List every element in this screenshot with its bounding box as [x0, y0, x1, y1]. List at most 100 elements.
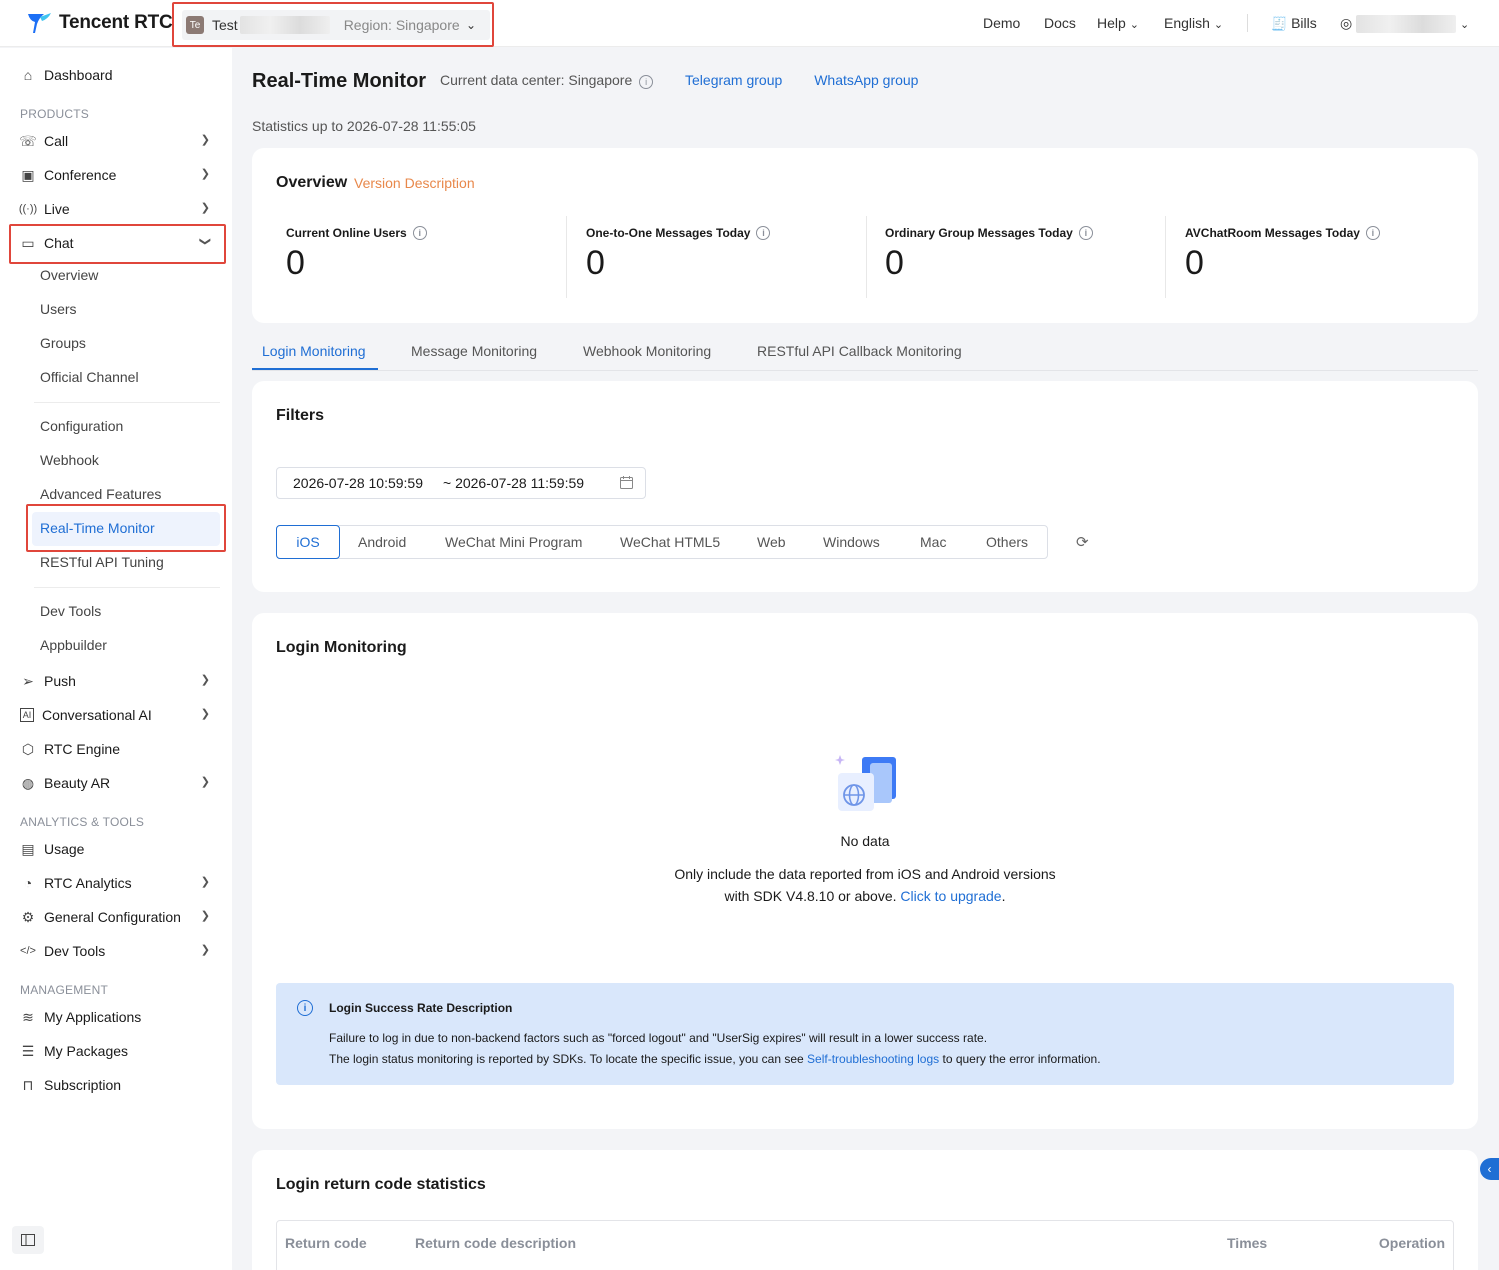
column-operation: Operation [1378, 1235, 1445, 1251]
sidebar-item-usage[interactable]: ▤ Usage [20, 837, 220, 861]
upgrade-link[interactable]: Click to upgrade [900, 888, 1001, 904]
sidebar-subitem-dev-tools[interactable]: Dev Tools [40, 603, 101, 619]
sidebar-item-chat[interactable]: ▭ Chat ❯ [20, 231, 220, 255]
nav-docs[interactable]: Docs [1044, 15, 1076, 31]
sidebar-subitem-groups[interactable]: Groups [40, 335, 86, 351]
sidebar-item-dashboard[interactable]: ⌂ Dashboard [20, 63, 220, 87]
tab-message-monitoring[interactable]: Message Monitoring [411, 343, 537, 359]
sidebar-item-conversational-ai[interactable]: AI Conversational AI ❯ [20, 703, 220, 727]
sidebar-item-rtc-engine[interactable]: ⬡ RTC Engine [20, 737, 220, 761]
sidebar-item-my-applications[interactable]: ≋ My Applications [20, 1005, 220, 1029]
platform-wechat-mini-program[interactable]: WeChat Mini Program [445, 534, 582, 550]
sidebar-item-dev-tools[interactable]: </> Dev Tools ❯ [20, 939, 220, 963]
metric-label: Current Online Users [286, 226, 407, 240]
self-troubleshooting-logs-link[interactable]: Self-troubleshooting logs [807, 1052, 939, 1066]
sidebar-item-push[interactable]: ➢ Push ❯ [20, 669, 220, 693]
whatsapp-group-link[interactable]: WhatsApp group [814, 72, 918, 88]
overview-title: Overview [276, 174, 348, 191]
nav-demo[interactable]: Demo [983, 15, 1020, 31]
sidebar-subitem-real-time-monitor[interactable]: Real-Time Monitor [40, 520, 155, 536]
platform-windows[interactable]: Windows [823, 534, 880, 550]
sidebar-item-rtc-analytics[interactable]: ◔ RTC Analytics ❯ [20, 871, 220, 895]
sidebar-subitem-official-channel[interactable]: Official Channel [40, 369, 139, 385]
platform-wechat-html5[interactable]: WeChat HTML5 [620, 534, 720, 550]
tab-webhook-monitoring[interactable]: Webhook Monitoring [583, 343, 711, 359]
app-selector[interactable]: Te Test Region: Singapore ⌄ [182, 10, 490, 40]
filters-card: Filters 2026-07-28 10:59:59 ~ 2026-07-28… [252, 381, 1478, 592]
metric-divider [866, 216, 867, 298]
telegram-group-link[interactable]: Telegram group [685, 72, 782, 88]
sidebar-item-label: Dev Tools [44, 943, 106, 959]
section-products: PRODUCTS [20, 107, 89, 121]
brand-logo[interactable]: Tencent RTC [26, 11, 173, 35]
sidebar-item-my-packages[interactable]: ☰ My Packages [20, 1039, 220, 1063]
metric-online-users: Current Online Users i 0 [286, 226, 427, 300]
sidebar-item-label: Usage [44, 841, 85, 857]
section-analytics: ANALYTICS & TOOLS [20, 815, 145, 829]
description-period: . [1001, 888, 1006, 904]
conference-icon: ▣ [21, 166, 35, 183]
chevron-down-icon: ⌄ [1213, 19, 1224, 31]
sidebar-subitem-restful-api-tuning[interactable]: RESTful API Tuning [40, 554, 164, 570]
notice-line-1: Failure to log in due to non-backend fac… [329, 1031, 988, 1045]
page-title: Real-Time Monitor [252, 70, 427, 92]
platform-mac[interactable]: Mac [920, 534, 946, 550]
brand-name: Tencent RTC [59, 12, 173, 33]
sidebar-item-label: My Applications [44, 1009, 142, 1025]
tab-restful-api-callback-monitoring[interactable]: RESTful API Callback Monitoring [757, 343, 962, 359]
tab-login-monitoring[interactable]: Login Monitoring [262, 343, 366, 359]
app-name: Test [212, 17, 238, 33]
data-center-text: Current data center: Singapore [440, 72, 633, 88]
nav-bills[interactable]: 🧾 Bills [1271, 15, 1317, 32]
sidebar-item-label: RTC Engine [44, 741, 121, 757]
nav-language[interactable]: English ⌄ [1164, 15, 1223, 31]
no-data-description: Only include the data reported from iOS … [252, 863, 1478, 907]
sidebar-item-conference[interactable]: ▣ Conference ❯ [20, 163, 220, 187]
send-icon: ➢ [22, 672, 34, 689]
sidebar-item-call[interactable]: ☏ Call ❯ [19, 129, 220, 153]
column-times: Times [1227, 1235, 1268, 1251]
info-icon[interactable]: i [1365, 226, 1380, 240]
chevron-down-icon: ⌄ [1460, 19, 1470, 31]
nav-help[interactable]: Help ⌄ [1097, 15, 1139, 31]
gear-icon: ⚙ [21, 908, 35, 925]
floating-expand-button[interactable]: ‹ [1480, 1158, 1499, 1180]
metric-value: 0 [885, 244, 904, 282]
info-icon[interactable]: i [1078, 226, 1093, 240]
sidebar-subitem-configuration[interactable]: Configuration [40, 418, 123, 434]
sidebar-divider [34, 402, 220, 403]
section-management: MANAGEMENT [20, 983, 109, 997]
sidebar-item-label: Chat [44, 235, 74, 251]
platform-android[interactable]: Android [358, 534, 406, 550]
version-description-link[interactable]: Version Description [354, 175, 475, 191]
platform-ios[interactable]: iOS [276, 525, 340, 559]
user-icon: ◎ [1340, 15, 1353, 31]
sidebar-item-live[interactable]: ((·)) Live ❯ [19, 197, 220, 221]
sidebar-item-label: Dashboard [44, 67, 113, 83]
account-menu[interactable]: ◎ ⌄ [1340, 15, 1470, 34]
sidebar-subitem-webhook[interactable]: Webhook [40, 452, 99, 468]
sidebar-subitem-overview[interactable]: Overview [40, 267, 98, 283]
notice-line-2-prefix: The login status monitoring is reported … [329, 1052, 804, 1066]
metric-divider [1165, 216, 1166, 298]
sidebar-subitem-users[interactable]: Users [40, 301, 77, 317]
info-icon[interactable]: i [756, 226, 771, 240]
topbar-divider [1247, 14, 1248, 32]
redacted-account-name [1356, 15, 1457, 34]
info-icon[interactable]: i [639, 75, 654, 89]
sidebar-item-subscription[interactable]: ⊓ Subscription [20, 1073, 220, 1097]
description-line-1: Only include the data reported from iOS … [674, 866, 1056, 882]
metric-label: AVChatRoom Messages Today [1185, 226, 1360, 240]
sidebar-subitem-appbuilder[interactable]: Appbuilder [40, 637, 107, 653]
platform-others[interactable]: Others [986, 534, 1028, 550]
bag-icon: ⊓ [22, 1076, 34, 1093]
collapse-sidebar-button[interactable] [12, 1226, 44, 1254]
sidebar-item-general-configuration[interactable]: ⚙ General Configuration ❯ [20, 905, 220, 929]
sidebar-divider [34, 587, 220, 588]
date-range-picker[interactable]: 2026-07-28 10:59:59 ~ 2026-07-28 11:59:5… [276, 467, 646, 499]
platform-web[interactable]: Web [757, 534, 786, 550]
sidebar-item-beauty-ar[interactable]: ◍ Beauty AR ❯ [20, 771, 220, 795]
info-icon[interactable]: i [412, 226, 427, 240]
refresh-icon[interactable]: ⟳ [1076, 533, 1089, 551]
sidebar-subitem-advanced-features[interactable]: Advanced Features [40, 486, 161, 502]
